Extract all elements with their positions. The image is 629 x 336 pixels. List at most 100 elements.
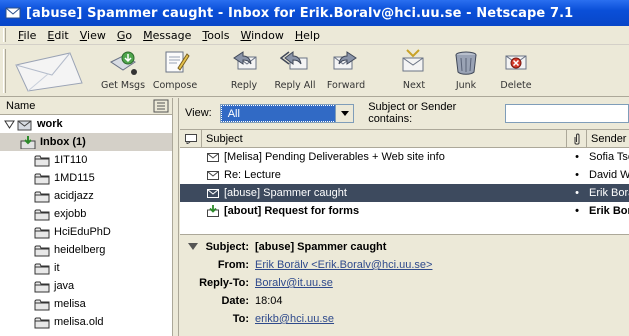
replyto-label: Reply-To: [199,277,249,289]
attachment-column[interactable] [567,130,587,147]
mail-icon [207,170,219,180]
envelope-logo-icon [15,52,83,92]
folder-item[interactable]: heidelberg [0,241,172,259]
folder-item[interactable]: 1IT110 [0,151,172,169]
folder-icon [34,263,50,274]
to-label: To: [232,313,249,325]
message-row[interactable]: [Melisa] Pending Deliverables + Web site… [180,148,629,166]
message-list: Subject Sender [Melisa] Pending Delivera… [180,129,629,234]
folder-column-name: Name [6,100,36,112]
message-subject: [about] Request for forms [224,205,360,217]
folder-label: 1IT110 [54,154,88,166]
menu-help[interactable]: Help [295,29,320,42]
menu-tools[interactable]: Tools [202,29,229,42]
folder-item[interactable]: melisa.old [0,313,172,331]
message-sender: Erik Borä [589,187,629,199]
folder-item[interactable]: 1MD115 [0,169,172,187]
folder-icon [34,191,50,202]
message-sender: David We [589,169,629,181]
view-select[interactable]: All [219,103,355,123]
get-msgs-button[interactable]: Get Msgs [100,48,146,96]
folder-icon [34,227,50,238]
delete-icon [505,55,527,70]
column-picker-icon[interactable] [153,99,169,113]
folder-item[interactable]: exjobb [0,205,172,223]
preview-subject: [abuse] Spammer caught [255,241,387,253]
folder-label: melisa [54,298,86,310]
search-label: Subject or Sender contains: [368,101,457,125]
folder-item[interactable]: melisa [0,295,172,313]
preview-to-row: To: erikb@hci.uu.se [180,310,629,328]
thread-column[interactable] [180,130,202,147]
date-label: Date: [221,295,249,307]
toolbar-grip[interactable] [3,49,6,93]
replyto-address-link[interactable]: Boralv@it.uu.se [255,277,333,289]
read-status-dot[interactable]: • [567,205,587,217]
compose-button[interactable]: Compose [152,48,198,96]
folder-pane-header[interactable]: Name [0,98,172,115]
preview-subject-row: Subject: [abuse] Spammer caught [180,238,629,256]
folder-item[interactable]: java [0,277,172,295]
folder-icon [34,281,50,292]
message-sender: Erik Borä [589,205,629,217]
get-msgs-icon [110,51,137,75]
next-icon [402,49,424,72]
reply-button[interactable]: Reply [222,48,266,96]
folder-item[interactable]: HciEduPhD [0,223,172,241]
account-server-icon [17,120,32,130]
view-dropdown-button[interactable] [335,104,354,122]
read-status-dot[interactable]: • [567,151,587,163]
view-select-value: All [220,104,342,122]
junk-button[interactable]: Junk [446,48,486,96]
folder-icon [34,245,50,256]
forward-button[interactable]: Forward [324,48,368,96]
message-row[interactable]: [abuse] Spammer caught •Erik Borä [180,184,629,202]
subject-column[interactable]: Subject [202,130,567,147]
forward-icon [333,51,357,70]
read-status-dot[interactable]: • [567,169,587,181]
twisty-open-icon[interactable] [4,119,15,130]
menu-go[interactable]: Go [117,29,132,42]
folder-item[interactable]: acidjazz [0,187,172,205]
preview-replyto-row: Reply-To: Boralv@it.uu.se [180,274,629,292]
folder-inbox[interactable]: Inbox (1) [0,133,172,151]
search-input[interactable] [505,103,629,123]
menu-edit[interactable]: Edit [47,29,68,42]
read-status-dot[interactable]: • [567,187,587,199]
mail-icon [207,188,219,198]
menu-file[interactable]: File [18,29,36,42]
menu-bar: File Edit View Go Message Tools Window H… [0,26,629,45]
mail-icon [207,152,219,162]
thread-icon [184,133,197,144]
to-address-link[interactable]: erikb@hci.uu.se [255,313,334,325]
folder-icon [34,173,50,184]
message-preview: Subject: [abuse] Spammer caught From: Er… [180,238,629,336]
folder-label: melisa.old [54,316,104,328]
folder-icon [34,209,50,220]
from-address-link[interactable]: Erik Borälv <Erik.Boralv@hci.uu.se> [255,259,432,271]
message-subject: Re: Lecture [224,169,281,181]
next-button[interactable]: Next [396,48,432,96]
pane-splitter[interactable] [174,98,179,336]
reply-all-button[interactable]: Reply All [272,48,318,96]
menu-view[interactable]: View [80,29,106,42]
folder-label: exjobb [54,208,87,220]
message-row[interactable]: Re: Lecture •David We [180,166,629,184]
message-list-header: Subject Sender [180,130,629,148]
view-bar: View: All Subject or Sender contains: [180,98,629,128]
delete-button[interactable]: Delete [496,48,536,96]
junk-trashcan-icon [455,51,477,75]
menu-window[interactable]: Window [240,29,283,42]
folder-pane: Name work Inbox (1) 1IT110 1MD115 acidjazz… [0,98,173,336]
mail-app-icon [5,7,21,19]
message-row[interactable]: [about] Request for forms •Erik Borä [180,202,629,220]
folder-label: it [54,262,60,274]
reply-all-icon [280,51,308,70]
toolbar: Get Msgs Compose Reply Reply All Forward… [0,45,629,97]
folder-item[interactable]: it [0,259,172,277]
sender-column[interactable]: Sender [587,130,629,147]
folder-label: 1MD115 [54,172,95,184]
chevron-down-icon [340,110,349,116]
menu-message[interactable]: Message [143,29,191,42]
account-row[interactable]: work [0,115,172,133]
